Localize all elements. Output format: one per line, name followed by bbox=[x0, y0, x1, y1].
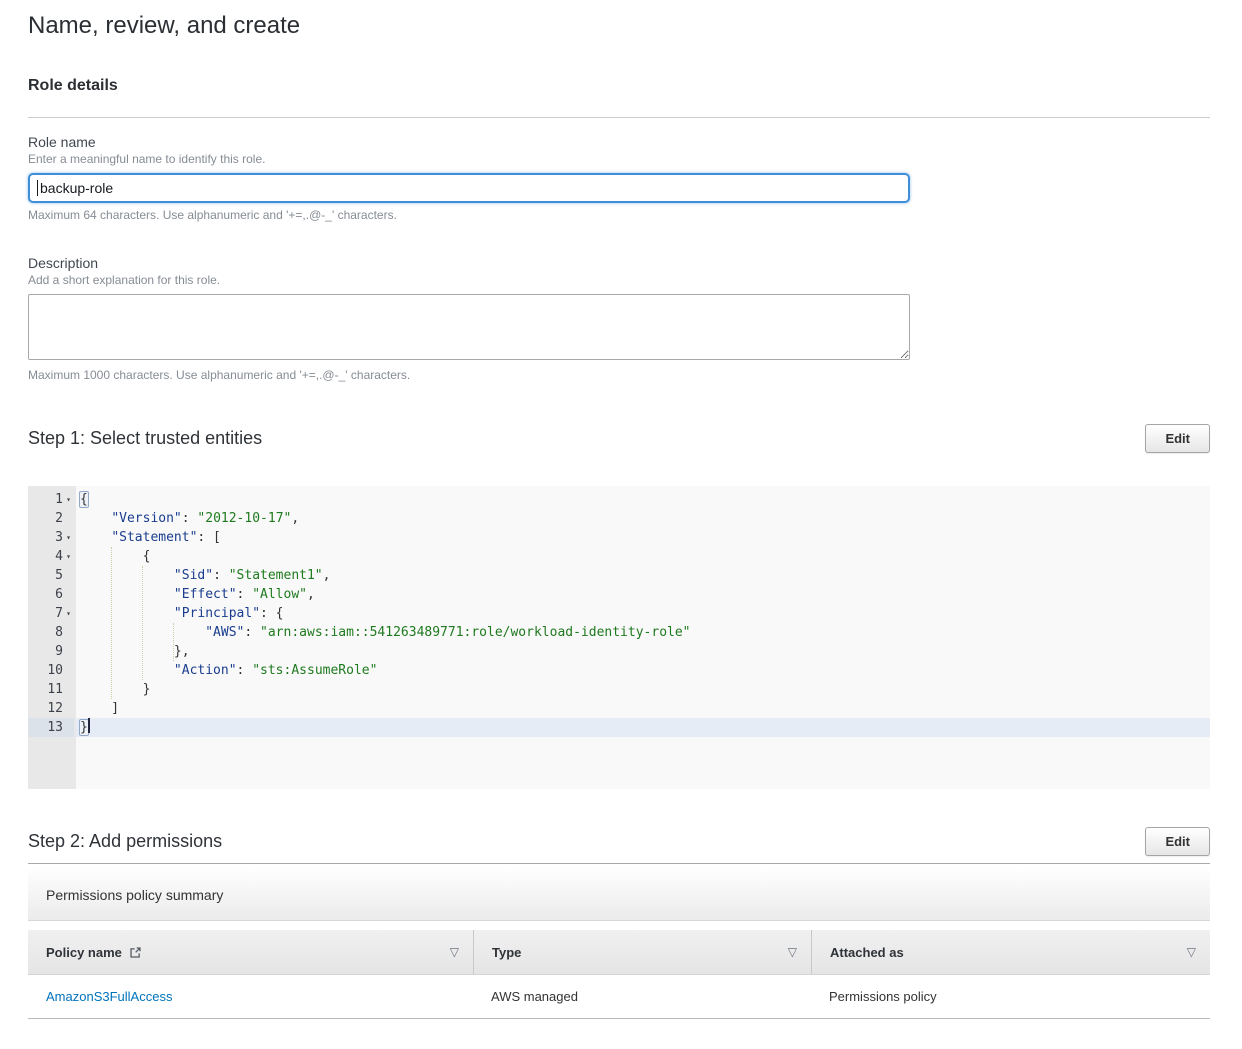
line-number: 8 bbox=[28, 623, 74, 642]
filter-icon[interactable]: ▽ bbox=[1187, 945, 1196, 959]
description-textarea[interactable] bbox=[28, 294, 910, 360]
policies-table: Policy name ▽ Type ▽ Attached as ▽ AmazonS3Fu… bbox=[28, 930, 1210, 1019]
policy-link[interactable]: AmazonS3FullAccess bbox=[46, 989, 172, 1004]
code-line[interactable]: "Version": "2012-10-17", bbox=[76, 509, 1210, 528]
line-number: 6 bbox=[28, 585, 74, 604]
step1-heading: Step 1: Select trusted entities bbox=[28, 428, 262, 449]
column-label: Attached as bbox=[830, 945, 904, 960]
line-number: 12 bbox=[28, 699, 74, 718]
description-helper: Add a short explanation for this role. bbox=[28, 273, 1210, 287]
code-line[interactable]: } bbox=[76, 680, 1210, 699]
external-link-icon bbox=[129, 946, 142, 959]
trust-policy-editor[interactable]: 1▾23▾4▾567▾8910111213 { "Version": "2012… bbox=[28, 486, 1210, 789]
line-number: 1▾ bbox=[28, 490, 74, 509]
section-divider bbox=[28, 117, 1210, 118]
column-header-attached-as[interactable]: Attached as ▽ bbox=[811, 930, 1210, 974]
step2-divider bbox=[28, 863, 1210, 864]
line-number: 13 bbox=[28, 718, 74, 737]
text-cursor bbox=[37, 180, 38, 196]
table-cell: AWS managed bbox=[473, 989, 811, 1004]
line-number: 3▾ bbox=[28, 528, 74, 547]
editor-cursor bbox=[88, 718, 90, 733]
policies-table-body: AmazonS3FullAccess AWS managedPermissions… bbox=[28, 975, 1210, 1019]
page-title: Name, review, and create bbox=[28, 12, 1210, 40]
column-header-policy-name[interactable]: Policy name ▽ bbox=[28, 930, 473, 974]
line-number: 9 bbox=[28, 642, 74, 661]
fold-caret-icon[interactable]: ▾ bbox=[63, 547, 74, 566]
column-label: Policy name bbox=[46, 945, 122, 960]
policies-table-header: Policy name ▽ Type ▽ Attached as ▽ bbox=[28, 930, 1210, 975]
code-line[interactable]: "Statement": [ bbox=[76, 528, 1210, 547]
fold-caret-icon[interactable]: ▾ bbox=[63, 528, 74, 547]
line-number: 10 bbox=[28, 661, 74, 680]
line-number: 11 bbox=[28, 680, 74, 699]
fold-caret-icon[interactable]: ▾ bbox=[63, 490, 74, 509]
column-header-type[interactable]: Type ▽ bbox=[473, 930, 811, 974]
edit-trusted-entities-button[interactable]: Edit bbox=[1145, 424, 1210, 453]
code-line[interactable]: ] bbox=[76, 699, 1210, 718]
editor-gutter: 1▾23▾4▾567▾8910111213 bbox=[28, 486, 76, 789]
code-line[interactable]: }, bbox=[76, 642, 1210, 661]
code-line[interactable]: "Effect": "Allow", bbox=[76, 585, 1210, 604]
filter-icon[interactable]: ▽ bbox=[450, 945, 459, 959]
code-line[interactable]: { bbox=[76, 547, 1210, 566]
description-label: Description bbox=[28, 255, 1210, 271]
line-number: 5 bbox=[28, 566, 74, 585]
table-cell: Permissions policy bbox=[811, 989, 1210, 1004]
role-details-heading: Role details bbox=[28, 77, 1210, 95]
page: Name, review, and create Role details Ro… bbox=[28, 12, 1210, 1019]
role-name-input-wrap bbox=[28, 173, 910, 203]
fold-caret-icon[interactable]: ▾ bbox=[63, 604, 74, 623]
permissions-panel-title: Permissions policy summary bbox=[46, 887, 223, 903]
role-name-hint: Maximum 64 characters. Use alphanumeric … bbox=[28, 208, 1210, 222]
editor-code-area[interactable]: { "Version": "2012-10-17", "Statement": … bbox=[76, 486, 1210, 789]
filter-icon[interactable]: ▽ bbox=[788, 945, 797, 959]
step2-heading: Step 2: Add permissions bbox=[28, 831, 222, 852]
line-number: 4▾ bbox=[28, 547, 74, 566]
step1-header-row: Step 1: Select trusted entities Edit bbox=[28, 424, 1210, 453]
table-row: AmazonS3FullAccess AWS managedPermissions… bbox=[28, 975, 1210, 1019]
code-line[interactable]: "Principal": { bbox=[76, 604, 1210, 623]
code-line[interactable]: "Sid": "Statement1", bbox=[76, 566, 1210, 585]
step2-header-row: Step 2: Add permissions Edit bbox=[28, 827, 1210, 856]
code-line[interactable]: "AWS": "arn:aws:iam::541263489771:role/w… bbox=[76, 623, 1210, 642]
code-line[interactable]: "Action": "sts:AssumeRole" bbox=[76, 661, 1210, 680]
code-line[interactable]: } bbox=[76, 718, 1210, 737]
code-line[interactable]: { bbox=[76, 490, 1210, 509]
permissions-panel-header: Permissions policy summary bbox=[28, 869, 1210, 921]
column-label: Type bbox=[492, 945, 521, 960]
edit-permissions-button[interactable]: Edit bbox=[1145, 827, 1210, 856]
role-name-helper: Enter a meaningful name to identify this… bbox=[28, 152, 1210, 166]
role-name-label: Role name bbox=[28, 134, 1210, 150]
line-number: 2 bbox=[28, 509, 74, 528]
line-number: 7▾ bbox=[28, 604, 74, 623]
table-cell: AmazonS3FullAccess bbox=[28, 989, 473, 1004]
description-hint: Maximum 1000 characters. Use alphanumeri… bbox=[28, 368, 1210, 382]
permissions-panel: Permissions policy summary Policy name▽T… bbox=[28, 869, 1210, 1019]
role-name-input[interactable] bbox=[28, 173, 910, 203]
